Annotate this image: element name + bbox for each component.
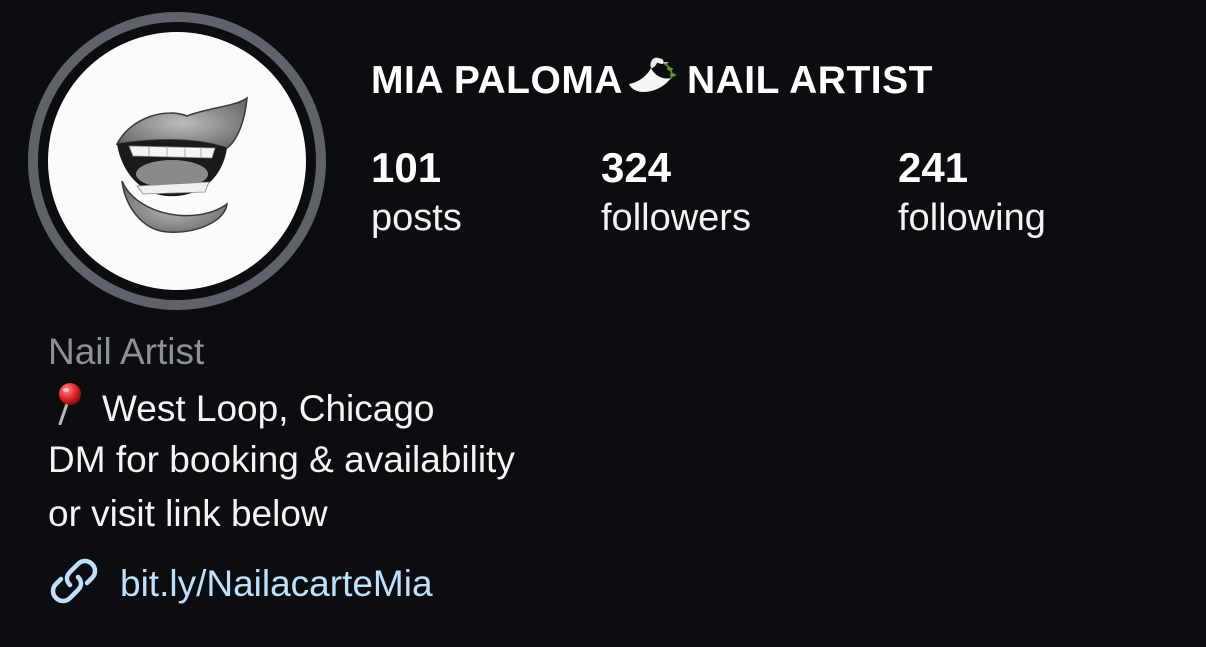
posts-count: 101 — [371, 144, 442, 191]
bio-line-3: or visit link below — [48, 493, 328, 534]
dove-icon — [625, 54, 677, 108]
stat-posts[interactable]: 101 posts — [371, 142, 462, 242]
link-text[interactable]: bit.ly/NailacarteMia — [120, 560, 433, 608]
bio-line-2: DM for booking & availability — [48, 439, 515, 480]
stat-following[interactable]: 241 following — [898, 142, 1046, 242]
link-icon — [48, 555, 100, 612]
following-count: 241 — [898, 144, 969, 191]
pin-icon — [48, 381, 88, 437]
following-label: following — [898, 197, 1046, 239]
bio-location: West Loop, Chicago — [48, 381, 435, 437]
username-part2: NAIL ARTIST — [686, 59, 933, 102]
followers-count: 324 — [601, 144, 672, 191]
profile-username: MIA PALOMA NAIL ARTIST — [371, 54, 933, 108]
mouth-photo-icon — [115, 96, 248, 233]
followers-label: followers — [601, 197, 751, 239]
stat-followers[interactable]: 324 followers — [601, 142, 751, 242]
profile-category: Nail Artist — [48, 331, 205, 372]
bio-location-text: West Loop, Chicago — [102, 388, 435, 429]
profile-link[interactable]: bit.ly/NailacarteMia — [48, 555, 433, 612]
posts-label: posts — [371, 197, 462, 239]
profile-avatar[interactable] — [28, 12, 326, 310]
username-part1: MIA PALOMA — [371, 59, 623, 102]
avatar-photo — [48, 32, 306, 290]
